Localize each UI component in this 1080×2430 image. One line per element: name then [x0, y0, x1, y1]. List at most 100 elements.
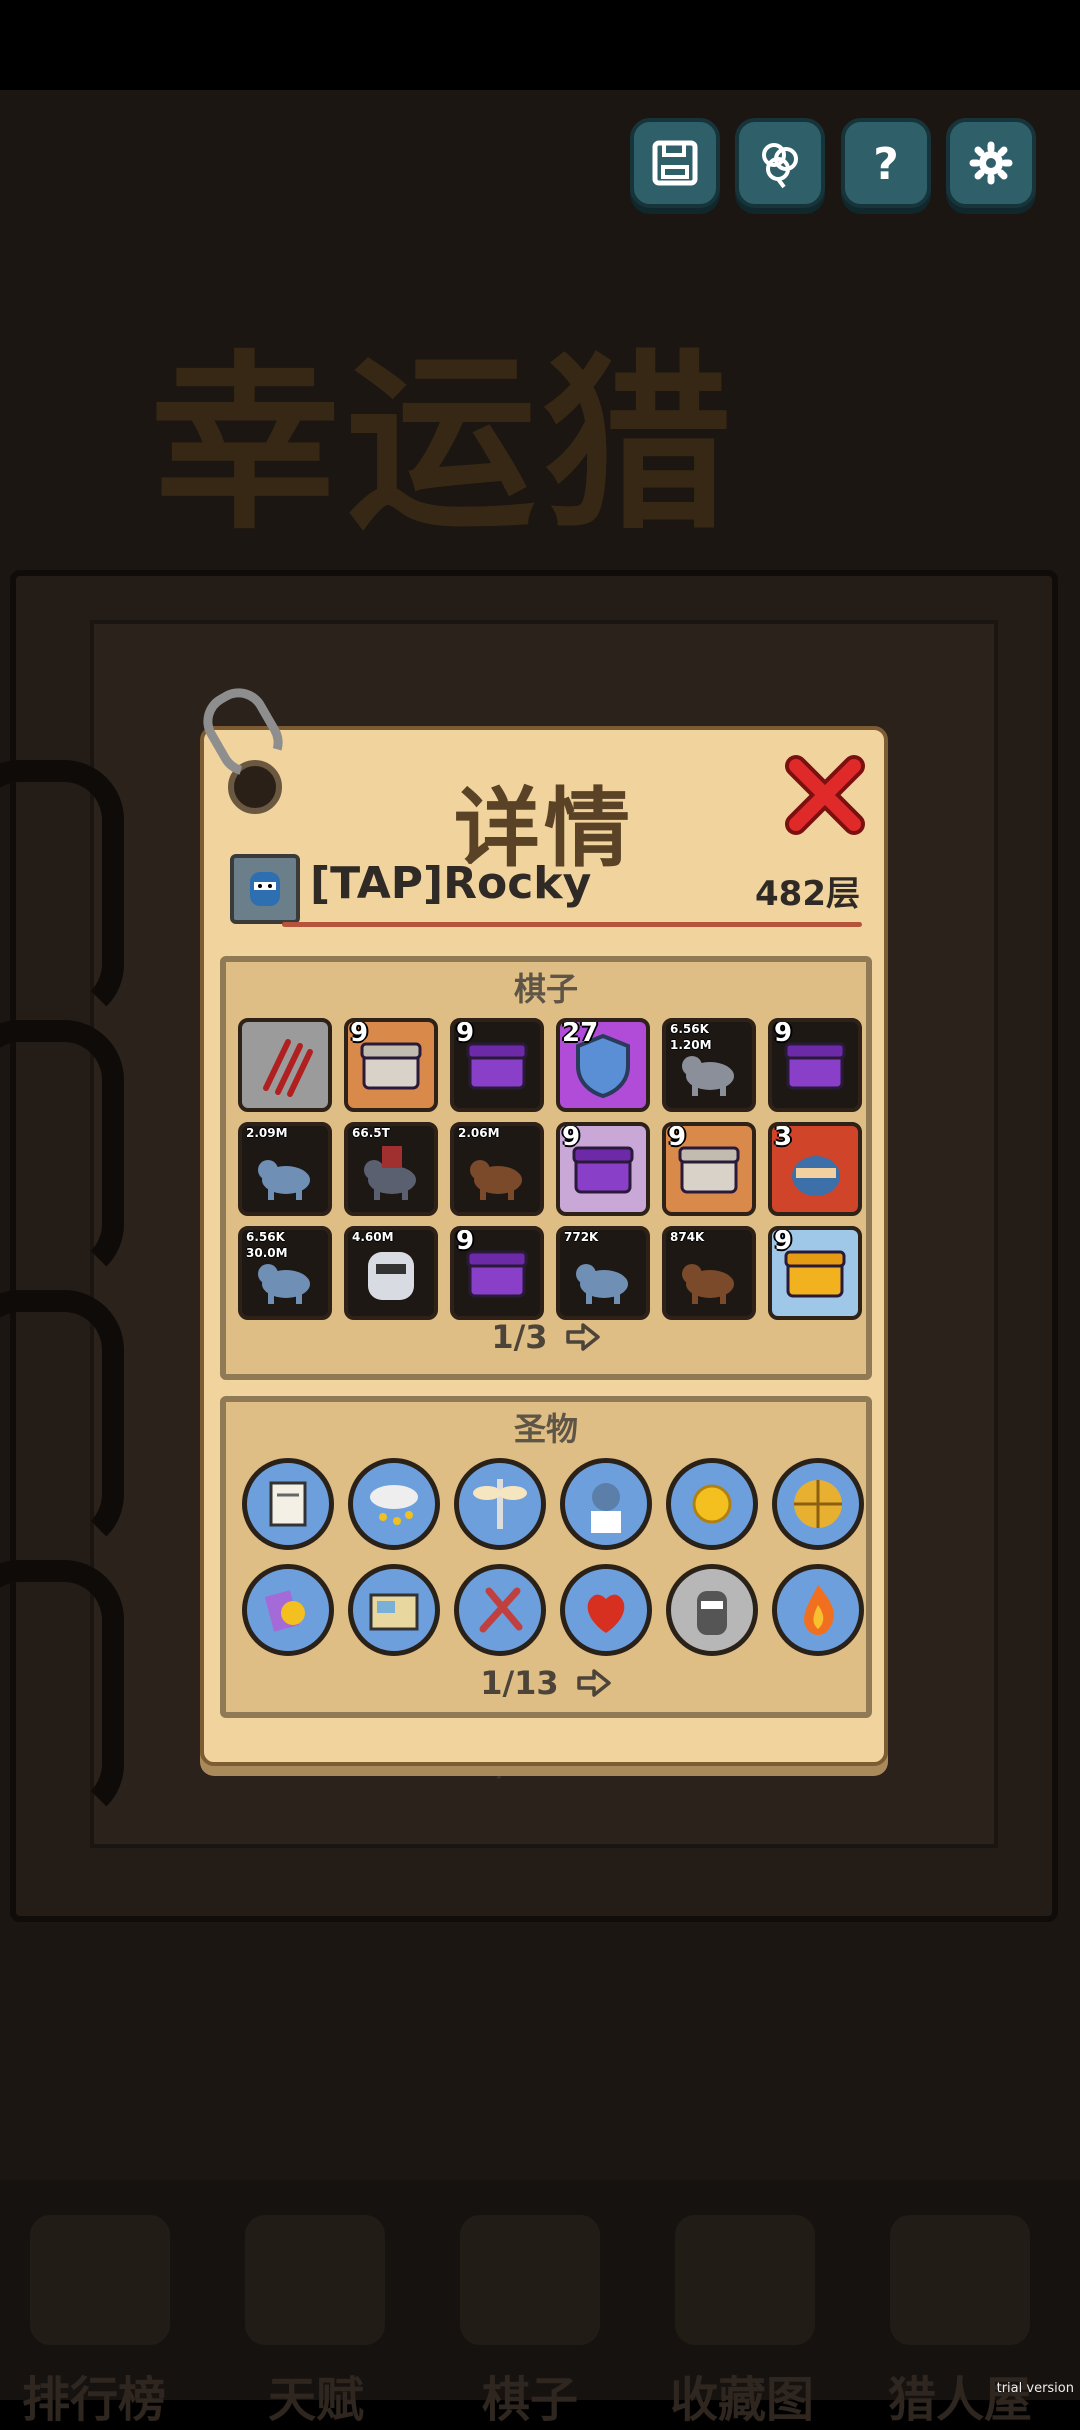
piece-slot[interactable]: 2.06M	[450, 1122, 544, 1216]
piece-slot[interactable]: 27	[556, 1018, 650, 1112]
background-hook	[0, 1560, 124, 1824]
piece-slot[interactable]: 9	[556, 1122, 650, 1216]
piece-stat: 2.09M	[246, 1126, 288, 1140]
save-button[interactable]	[630, 118, 720, 208]
sun-icon	[692, 1484, 732, 1524]
piece-slot[interactable]: 66.5T	[344, 1122, 438, 1216]
help-button[interactable]: ?	[841, 118, 931, 208]
piece-level-badge: 9	[456, 1226, 475, 1256]
rain-cloud-icon	[370, 1485, 418, 1525]
talent-icon	[245, 2215, 385, 2345]
tab-pieces[interactable]: 棋子	[482, 2360, 578, 2430]
piece-stat: 66.5T	[352, 1126, 390, 1140]
background-hook	[0, 1290, 124, 1554]
relics-section-title: 圣物	[513, 1410, 578, 1448]
piece-slot[interactable]: 9	[662, 1122, 756, 1216]
question-icon: ?	[873, 139, 899, 189]
piece-slot[interactable]: 6.56K 1.20M	[662, 1018, 756, 1112]
relic-slot[interactable]	[348, 1564, 440, 1656]
piece-slot[interactable]: 9	[768, 1018, 862, 1112]
relic-slot[interactable]	[666, 1458, 758, 1550]
fire-heart-icon	[587, 1594, 625, 1633]
pieces-page-number: 1/3	[491, 1318, 548, 1356]
player-floor: 482层	[755, 874, 860, 914]
piece-slot[interactable]: 6.56K 30.0M	[238, 1226, 332, 1320]
piece-stat: 2.06M	[458, 1126, 500, 1140]
hunter-house-icon	[890, 2215, 1030, 2345]
ninja-avatar-icon	[250, 872, 280, 906]
tab-leaderboard[interactable]: 排行榜	[22, 2360, 166, 2430]
relics-section: 圣物 1/13	[220, 1396, 872, 1718]
piece-stat: 1.20M	[670, 1038, 712, 1052]
collection-icon	[675, 2215, 815, 2345]
piece-stat: 874K	[670, 1230, 705, 1244]
background-hook	[0, 760, 124, 1024]
piece-slot[interactable]: 772K	[556, 1226, 650, 1320]
cards-icon	[264, 1590, 305, 1632]
piece-level-badge: 9	[774, 1226, 793, 1256]
piece-level-badge: 9	[562, 1122, 581, 1152]
piece-level-badge: 3	[774, 1122, 793, 1152]
pieces-pager[interactable]: 1/3	[226, 1318, 866, 1356]
claw-slash-icon	[242, 1022, 328, 1108]
flame-icon	[804, 1585, 834, 1635]
piece-stat: 772K	[564, 1230, 599, 1244]
piece-slot[interactable]: 9	[344, 1018, 438, 1112]
relic-slot[interactable]	[772, 1564, 864, 1656]
divider	[282, 922, 862, 927]
puzzle-icon	[794, 1480, 842, 1528]
arrow-right-icon[interactable]	[576, 1668, 612, 1698]
piece-level-badge: 27	[562, 1018, 599, 1048]
player-name: [TAP]Rocky	[310, 858, 592, 909]
machine-icon	[369, 1593, 419, 1631]
status-bar	[0, 0, 1080, 90]
relic-slot[interactable]	[560, 1564, 652, 1656]
piece-slot[interactable]: 874K	[662, 1226, 756, 1320]
piece-stat: 6.56K	[246, 1230, 285, 1244]
arrow-right-icon[interactable]	[565, 1322, 601, 1352]
piece-level-badge: 9	[774, 1018, 793, 1048]
scroll-icon	[269, 1481, 307, 1527]
piece-stat: 6.56K	[670, 1022, 709, 1036]
piece-slot[interactable]: 2.09M	[238, 1122, 332, 1216]
relic-slot[interactable]	[772, 1458, 864, 1550]
player-info: [TAP]Rocky 482层	[230, 854, 860, 924]
avatar[interactable]	[230, 854, 300, 924]
piece-slot[interactable]: 3	[768, 1122, 862, 1216]
piece-slot[interactable]: 4.60M	[344, 1226, 438, 1320]
scientist-icon	[591, 1483, 621, 1533]
settings-button[interactable]	[946, 118, 1036, 208]
tab-collection[interactable]: 收藏图	[670, 2360, 814, 2430]
community-button[interactable]	[735, 118, 825, 208]
floppy-icon	[652, 140, 698, 186]
relic-slot[interactable]	[666, 1564, 758, 1656]
close-button[interactable]	[780, 750, 870, 840]
piece-level-badge: 9	[350, 1018, 369, 1048]
close-icon	[785, 755, 865, 835]
svg-text:?: ?	[873, 139, 899, 189]
swords-icon	[479, 1587, 523, 1633]
piece-slot[interactable]: 9	[450, 1018, 544, 1112]
tab-talent[interactable]: 天赋	[268, 2360, 364, 2430]
relic-slot[interactable]	[454, 1564, 546, 1656]
relic-slot[interactable]	[454, 1458, 546, 1550]
chat-icon	[762, 143, 798, 189]
relic-slot[interactable]	[560, 1458, 652, 1550]
relic-slot[interactable]	[242, 1458, 334, 1550]
relics-page-number: 1/13	[480, 1664, 559, 1702]
leaderboard-icon	[30, 2215, 170, 2345]
relic-slot[interactable]	[348, 1458, 440, 1550]
trial-watermark: trial version	[996, 2381, 1074, 2396]
cat-warrior-icon	[697, 1591, 727, 1635]
piece-level-badge: 9	[668, 1122, 687, 1152]
piece-stat: 30.0M	[246, 1246, 288, 1260]
piece-slot[interactable]	[238, 1018, 332, 1112]
pieces-section: 棋子 9 9 27 6.56K 1.20M 9 2.09M 66.5T 2.06M 9 9 3 6.56…	[220, 956, 872, 1380]
relic-slot[interactable]	[242, 1564, 334, 1656]
piece-slot[interactable]: 9	[450, 1226, 544, 1320]
piece-level-badge: 9	[456, 1018, 475, 1048]
piece-slot[interactable]: 9	[768, 1226, 862, 1320]
relics-pager[interactable]: 1/13	[226, 1664, 866, 1702]
gear-icon	[969, 141, 1013, 185]
pieces-tab-icon	[460, 2215, 600, 2345]
